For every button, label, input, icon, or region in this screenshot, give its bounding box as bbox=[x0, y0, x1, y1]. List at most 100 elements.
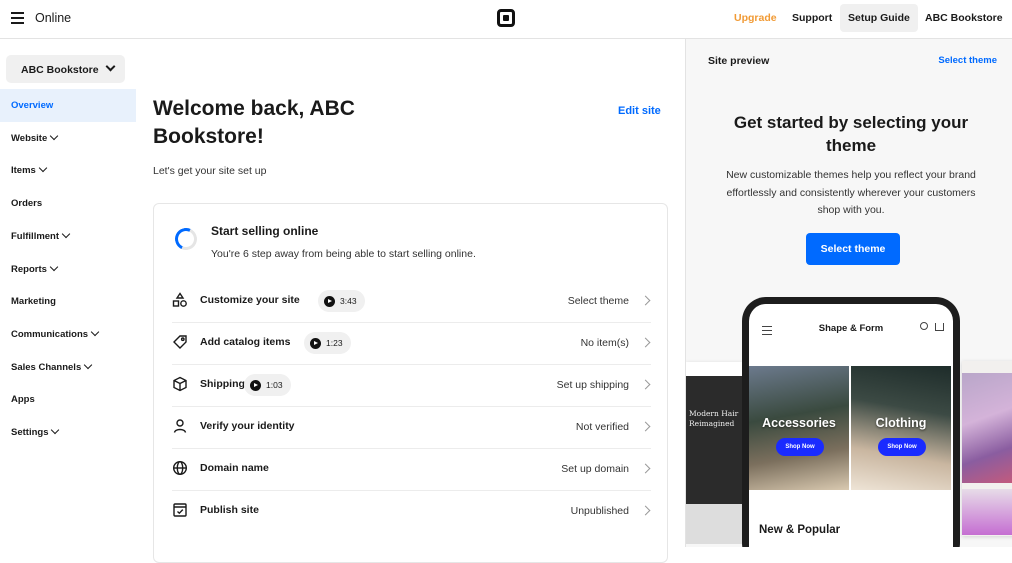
account-menu[interactable]: ABC Bookstore bbox=[925, 12, 1003, 24]
task-status: Set up domain bbox=[561, 463, 629, 475]
video-duration: 1:03 bbox=[266, 380, 283, 390]
square-logo-icon[interactable] bbox=[497, 9, 515, 27]
task-row-domain-name[interactable]: Domain name Set up domain bbox=[172, 448, 651, 491]
task-row-add-catalog-items[interactable]: Add catalog items 1:23 No item(s) bbox=[172, 322, 651, 365]
sidebar-item-label: Marketing bbox=[11, 296, 56, 308]
sidebar-item-label: Reports bbox=[11, 263, 47, 275]
chevron-right-icon bbox=[640, 505, 651, 516]
sidebar-item-marketing[interactable]: Marketing bbox=[0, 285, 136, 318]
phone-tile-accessories: Accessories Shop Now bbox=[749, 366, 849, 490]
sidebar-item-label: Sales Channels bbox=[11, 361, 82, 373]
page-title: Welcome back, ABC Bookstore! bbox=[153, 97, 355, 148]
task-status: Set up shipping bbox=[556, 379, 629, 391]
chevron-down-icon bbox=[83, 360, 93, 369]
video-tutorial-button[interactable]: 1:03 bbox=[244, 374, 291, 396]
task-row-verify-your-identity[interactable]: Verify your identity Not verified bbox=[172, 406, 651, 449]
store-selector-label: ABC Bookstore bbox=[21, 64, 99, 76]
sidebar-item-communications[interactable]: Communications bbox=[0, 318, 136, 351]
task-status: No item(s) bbox=[580, 337, 629, 349]
chevron-right-icon bbox=[640, 295, 651, 306]
support-link[interactable]: Support bbox=[792, 12, 832, 24]
box-icon bbox=[172, 376, 188, 392]
preview-title: Site preview bbox=[708, 55, 770, 67]
sidebar-item-settings[interactable]: Settings bbox=[0, 416, 136, 449]
menu-icon[interactable] bbox=[11, 12, 24, 24]
phone-tile-clothing: Clothing Shop Now bbox=[851, 366, 951, 490]
select-theme-button[interactable]: Select theme bbox=[806, 233, 900, 265]
phone-cart-icon bbox=[935, 323, 944, 331]
phone-section-title: New & Popular bbox=[759, 524, 841, 536]
phone-tile-label: Clothing bbox=[875, 416, 927, 430]
sidebar-item-orders[interactable]: Orders bbox=[0, 187, 136, 220]
task-row-publish-site[interactable]: Publish site Unpublished bbox=[172, 490, 651, 533]
play-icon bbox=[310, 337, 321, 349]
preview-description: New customizable themes help you reflect… bbox=[726, 169, 976, 216]
setup-card: Start selling online You're 6 step away … bbox=[153, 203, 668, 563]
sidebar-item-label: Settings bbox=[11, 427, 49, 438]
upgrade-link[interactable]: Upgrade bbox=[734, 12, 777, 24]
sidebar-item-label: Overview bbox=[11, 100, 54, 111]
sidebar-item-items[interactable]: Items bbox=[0, 154, 136, 187]
task-status: Unpublished bbox=[570, 505, 629, 517]
theme-thumbnail-right bbox=[962, 361, 1012, 536]
chevron-down-icon bbox=[90, 327, 100, 337]
shapes-icon bbox=[172, 292, 188, 308]
task-row-shipping[interactable]: Shipping 1:03 Set up shipping bbox=[172, 364, 651, 407]
sidebar-item-label: Website bbox=[11, 132, 48, 144]
card-description: You're 6 step away from being able to st… bbox=[211, 248, 476, 260]
chevron-right-icon bbox=[640, 379, 651, 390]
sidebar-item-sales-channels[interactable]: Sales Channels bbox=[0, 351, 136, 384]
task-status: Select theme bbox=[567, 295, 629, 307]
chevron-right-icon bbox=[640, 337, 651, 348]
sidebar-item-label: Orders bbox=[11, 198, 43, 210]
chevron-down-icon bbox=[49, 262, 59, 271]
sidebar-item-apps[interactable]: Apps bbox=[0, 383, 136, 416]
phone-screen: Shape & Form Accessories Shop Now Clothi… bbox=[749, 304, 953, 547]
top-bar: Online Upgrade Support Setup Guide ABC B… bbox=[0, 0, 1012, 39]
progress-spinner-icon bbox=[171, 224, 201, 254]
play-icon bbox=[250, 379, 261, 391]
chevron-down-icon bbox=[105, 61, 116, 72]
select-theme-link[interactable]: Select theme bbox=[938, 55, 997, 66]
page-subtitle: Let's get your site set up bbox=[153, 165, 267, 177]
sidebar-item-overview[interactable]: Overview bbox=[0, 89, 136, 122]
sidebar: ABC Bookstore Overview Website Items Orders… bbox=[0, 39, 136, 547]
sidebar-item-label: Communications bbox=[11, 328, 89, 340]
chevron-down-icon bbox=[50, 131, 59, 140]
theme-thumbnail-text: Modern Hair Reimagined bbox=[689, 409, 739, 428]
app-name: Online bbox=[35, 11, 72, 25]
phone-search-icon bbox=[920, 322, 928, 330]
store-selector[interactable]: ABC Bookstore bbox=[6, 55, 125, 83]
sidebar-item-website[interactable]: Website bbox=[0, 122, 136, 155]
video-tutorial-button[interactable]: 1:23 bbox=[304, 332, 351, 354]
sidebar-item-reports[interactable]: Reports bbox=[0, 253, 136, 286]
task-label: Add catalog items bbox=[200, 336, 291, 348]
chevron-right-icon bbox=[640, 421, 651, 432]
sidebar-item-fulfillment[interactable]: Fulfillment bbox=[0, 220, 136, 253]
task-label: Publish site bbox=[200, 504, 259, 516]
chevron-down-icon bbox=[61, 229, 71, 239]
tag-icon bbox=[172, 334, 188, 350]
task-label: Shipping bbox=[200, 378, 245, 390]
task-label: Domain name bbox=[200, 462, 269, 474]
globe-icon bbox=[172, 460, 188, 476]
card-title: Start selling online bbox=[211, 224, 319, 238]
edit-site-link[interactable]: Edit site bbox=[618, 105, 661, 117]
phone-tile-label: Accessories bbox=[762, 416, 836, 430]
chevron-down-icon bbox=[38, 164, 48, 173]
task-row-customize-your-site[interactable]: Customize your site 3:43 Select theme bbox=[172, 280, 651, 323]
task-label: Verify your identity bbox=[200, 420, 295, 432]
phone-shop-now-button: Shop Now bbox=[776, 438, 824, 456]
task-status: Not verified bbox=[575, 421, 629, 433]
video-duration: 3:43 bbox=[340, 296, 357, 306]
publish-icon bbox=[172, 502, 188, 518]
sidebar-item-label: Apps bbox=[11, 394, 35, 406]
play-icon bbox=[324, 295, 335, 307]
preview-heading: Get started by selecting your theme bbox=[733, 113, 969, 155]
task-label: Customize your site bbox=[200, 294, 300, 306]
video-duration: 1:23 bbox=[326, 338, 343, 348]
video-tutorial-button[interactable]: 3:43 bbox=[318, 290, 365, 312]
phone-mockup: Shape & Form Accessories Shop Now Clothi… bbox=[742, 297, 960, 547]
theme-thumbnail-left: Modern Hair Reimagined bbox=[686, 362, 742, 544]
setup-guide-button[interactable]: Setup Guide bbox=[840, 4, 918, 32]
